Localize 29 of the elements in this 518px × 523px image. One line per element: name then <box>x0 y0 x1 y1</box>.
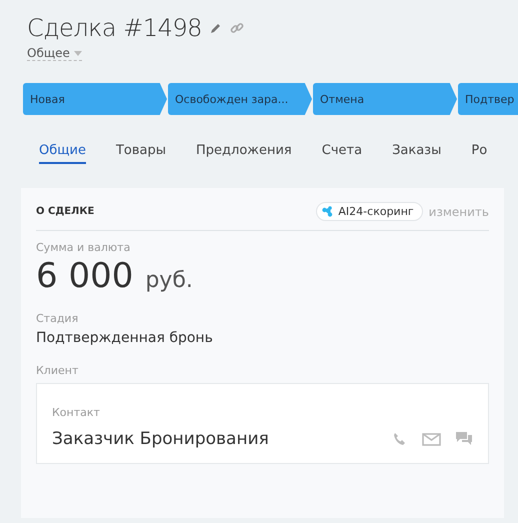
link-icon[interactable] <box>230 21 244 35</box>
phone-icon[interactable] <box>392 431 408 447</box>
nodes-icon <box>322 206 334 217</box>
pencil-icon[interactable] <box>210 22 222 34</box>
stage-step[interactable]: Отмена <box>313 83 457 115</box>
scoring-button[interactable]: AI24-скоринг <box>316 202 423 221</box>
stage-step[interactable]: Подтвер <box>458 83 518 115</box>
tab[interactable]: Общие <box>39 143 86 164</box>
field-label: Контакт <box>52 406 101 419</box>
field-label: Клиент <box>36 364 80 377</box>
tab[interactable]: Ро <box>471 143 488 164</box>
stage-step[interactable]: Освобожден зара... <box>168 83 312 115</box>
amount-value: 6 000 <box>36 256 134 296</box>
caret-icon <box>74 50 82 56</box>
chat-icon[interactable] <box>455 431 473 447</box>
stage-value: Подтвержденная бронь <box>36 330 214 346</box>
tab[interactable]: Предложения <box>196 143 292 164</box>
section-title: О СДЕЛКЕ <box>36 206 94 217</box>
tab[interactable]: Заказы <box>392 143 442 164</box>
currency-value: руб. <box>145 268 193 293</box>
stage-step[interactable]: Новая <box>23 83 167 115</box>
field-label: Сумма и валюта <box>36 241 132 254</box>
category-dropdown[interactable]: Общее <box>27 46 82 61</box>
mail-icon[interactable] <box>422 432 441 446</box>
contact-name[interactable]: Заказчик Бронирования <box>52 429 269 449</box>
deal-title: Сделка #1498 <box>27 14 202 42</box>
field-label: Стадия <box>36 312 80 325</box>
tab[interactable]: Счета <box>322 143 362 164</box>
tab[interactable]: Товары <box>116 143 166 164</box>
